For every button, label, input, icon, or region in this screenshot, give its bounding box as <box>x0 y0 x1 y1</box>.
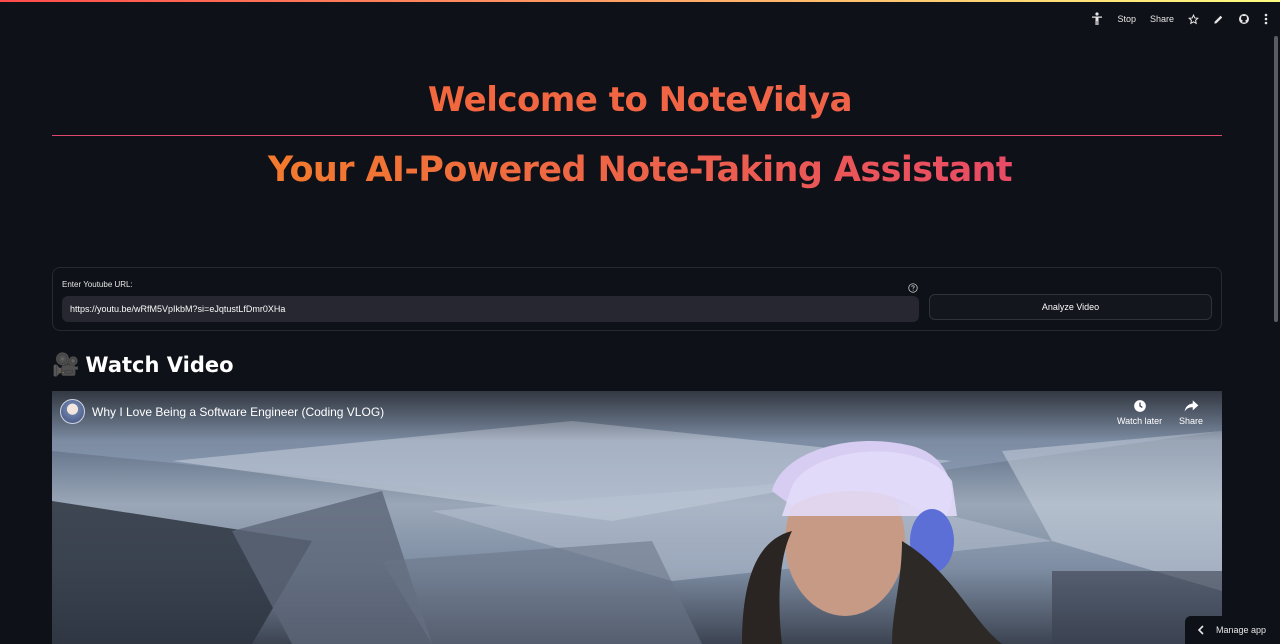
github-icon[interactable] <box>1238 13 1250 25</box>
clock-icon <box>1133 400 1146 412</box>
chevron-left-icon <box>1197 625 1204 635</box>
title-divider <box>52 135 1222 136</box>
page-subtitle: Your AI-Powered Note-Taking Assistant <box>0 150 1280 190</box>
manage-app-button[interactable]: Manage app <box>1185 616 1280 644</box>
pencil-icon[interactable] <box>1213 14 1224 25</box>
analyze-video-button[interactable]: Analyze Video <box>929 294 1212 320</box>
more-vertical-icon[interactable] <box>1264 13 1268 25</box>
video-title-link[interactable]: Why I Love Being a Software Engineer (Co… <box>92 405 384 419</box>
top-decoration-bar <box>0 0 1280 2</box>
help-circle-icon[interactable] <box>908 280 918 293</box>
youtube-video-player[interactable]: Why I Love Being a Software Engineer (Co… <box>52 391 1222 644</box>
share-arrow-icon <box>1184 400 1198 412</box>
channel-avatar[interactable] <box>60 399 85 424</box>
stop-button[interactable]: Stop <box>1117 14 1136 24</box>
manage-app-label: Manage app <box>1216 625 1267 635</box>
url-field-label: Enter Youtube URL: <box>62 280 133 289</box>
youtube-url-input[interactable] <box>62 296 919 322</box>
video-camera-icon: 🎥 <box>52 352 80 377</box>
star-icon[interactable] <box>1188 13 1199 25</box>
watch-later-label: Watch later <box>1117 416 1163 426</box>
accessibility-icon[interactable] <box>1091 12 1103 26</box>
watch-video-heading-text: Watch Video <box>85 353 234 377</box>
watch-later-button[interactable]: Watch later <box>1117 399 1162 426</box>
page-title: Welcome to NoteVidya <box>0 80 1280 120</box>
share-button[interactable]: Share <box>1150 14 1174 24</box>
video-share-label: Share <box>1179 416 1204 426</box>
app-toolbar: Stop Share <box>1091 10 1268 28</box>
video-share-button[interactable]: Share <box>1179 399 1203 426</box>
watch-video-heading: 🎥 Watch Video <box>52 352 234 378</box>
